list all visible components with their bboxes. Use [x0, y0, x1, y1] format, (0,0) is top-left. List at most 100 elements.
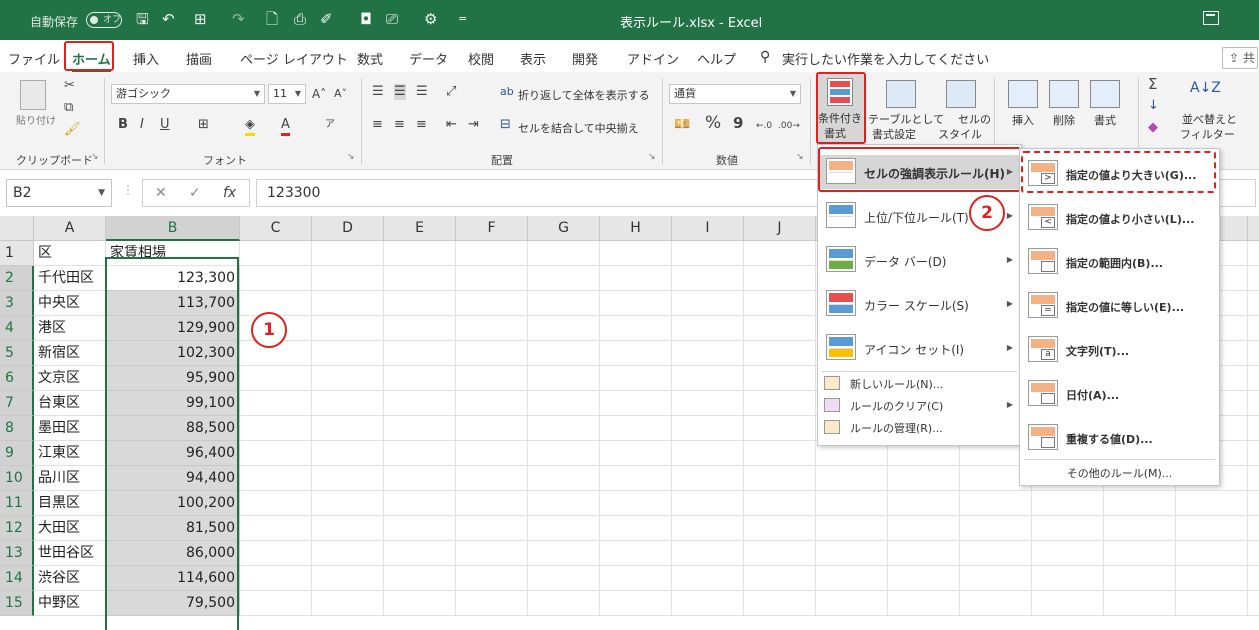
empty-cell[interactable]: [384, 416, 456, 441]
shrink-font-icon[interactable]: A˅: [334, 86, 347, 102]
paste-label[interactable]: 貼り付け: [16, 112, 56, 127]
empty-cell[interactable]: [456, 541, 528, 566]
font-size-select[interactable]: 11 ▼: [268, 84, 306, 104]
empty-cell[interactable]: [384, 541, 456, 566]
alignment-launcher-icon[interactable]: ↘: [648, 152, 656, 162]
empty-cell[interactable]: [888, 491, 960, 516]
delete-cells-label[interactable]: 削除: [1053, 112, 1075, 128]
row-header[interactable]: 10: [0, 466, 34, 491]
empty-cell[interactable]: [888, 516, 960, 541]
cell-a[interactable]: 世田谷区: [34, 541, 106, 566]
empty-cell[interactable]: [672, 541, 744, 566]
clipboard-launcher-icon[interactable]: ↘: [91, 152, 99, 162]
percent-button[interactable]: %: [705, 115, 721, 132]
tab-view[interactable]: 表示: [520, 49, 546, 68]
empty-cell[interactable]: [456, 341, 528, 366]
empty-cell[interactable]: [1248, 241, 1259, 266]
empty-cell[interactable]: [1176, 541, 1248, 566]
cell-b[interactable]: 81,500: [106, 516, 240, 541]
align-center-icon[interactable]: ≡: [394, 117, 405, 133]
number-format-select[interactable]: 通貨 ▼: [669, 84, 801, 104]
cell-a[interactable]: 品川区: [34, 466, 106, 491]
empty-cell[interactable]: [240, 566, 312, 591]
empty-cell[interactable]: [744, 591, 816, 616]
empty-cell[interactable]: [672, 266, 744, 291]
empty-cell[interactable]: [384, 566, 456, 591]
cell-b[interactable]: 88,500: [106, 416, 240, 441]
tell-me-input[interactable]: 実行したい作業を入力してください: [782, 49, 989, 68]
highlight-rule-item[interactable]: < 指定の値より小さい(L)...: [1020, 199, 1219, 237]
empty-cell[interactable]: [672, 566, 744, 591]
tab-addins[interactable]: アドイン: [627, 49, 679, 68]
empty-cell[interactable]: [240, 541, 312, 566]
empty-cell[interactable]: [528, 466, 600, 491]
empty-cell[interactable]: [312, 566, 384, 591]
empty-cell[interactable]: [816, 591, 888, 616]
empty-cell[interactable]: [312, 466, 384, 491]
empty-cell[interactable]: [312, 316, 384, 341]
empty-cell[interactable]: [240, 516, 312, 541]
empty-cell[interactable]: [1248, 316, 1259, 341]
empty-cell[interactable]: [312, 366, 384, 391]
empty-cell[interactable]: [1176, 566, 1248, 591]
empty-cell[interactable]: [528, 341, 600, 366]
empty-cell[interactable]: [312, 541, 384, 566]
font-color-icon[interactable]: A: [281, 117, 290, 136]
empty-cell[interactable]: [528, 541, 600, 566]
empty-cell[interactable]: [384, 291, 456, 316]
empty-cell[interactable]: [888, 591, 960, 616]
column-header-q[interactable]: Q: [1248, 216, 1259, 241]
tab-developer[interactable]: 開発: [572, 49, 598, 68]
select-all-corner[interactable]: [0, 216, 34, 241]
empty-cell[interactable]: [528, 291, 600, 316]
empty-cell[interactable]: [456, 366, 528, 391]
tab-page-layout[interactable]: ページ レイアウト: [240, 49, 348, 68]
empty-cell[interactable]: [384, 366, 456, 391]
empty-cell[interactable]: [1104, 566, 1176, 591]
decrease-indent-icon[interactable]: ⇤: [446, 117, 457, 133]
format-painter-qa-icon[interactable]: ✐: [320, 10, 333, 28]
highlight-rule-item[interactable]: = 指定の値に等しい(E)...: [1020, 287, 1219, 325]
row-header[interactable]: 6: [0, 366, 34, 391]
decrease-decimal-icon[interactable]: .00→: [778, 118, 800, 134]
empty-cell[interactable]: [600, 266, 672, 291]
camera-icon[interactable]: ◘: [360, 10, 372, 28]
empty-cell[interactable]: [1176, 591, 1248, 616]
empty-cell[interactable]: [384, 391, 456, 416]
column-header-i[interactable]: I: [672, 216, 744, 241]
cell-a[interactable]: 中野区: [34, 591, 106, 616]
empty-cell[interactable]: [1248, 391, 1259, 416]
empty-cell[interactable]: [672, 341, 744, 366]
cell-a[interactable]: 文京区: [34, 366, 106, 391]
empty-cell[interactable]: [600, 341, 672, 366]
empty-cell[interactable]: [672, 291, 744, 316]
cell-b[interactable]: 94,400: [106, 466, 240, 491]
column-header-g[interactable]: G: [528, 216, 600, 241]
empty-cell[interactable]: [600, 316, 672, 341]
cf-menu-item[interactable]: ルールのクリア(C) ▶: [818, 395, 1021, 415]
cell-b[interactable]: 129,900: [106, 316, 240, 341]
empty-cell[interactable]: [384, 516, 456, 541]
cell-b[interactable]: 123,300: [106, 266, 240, 291]
empty-cell[interactable]: [1032, 566, 1104, 591]
insert-cells-label[interactable]: 挿入: [1012, 112, 1034, 128]
row-header[interactable]: 9: [0, 441, 34, 466]
borders-icon[interactable]: ⊞: [194, 10, 207, 28]
cell-styles-label-2[interactable]: スタイル: [938, 126, 982, 142]
tab-help[interactable]: ヘルプ: [697, 49, 736, 68]
undo-icon[interactable]: ↶: [162, 10, 175, 28]
phonetic-icon[interactable]: ア: [325, 117, 335, 133]
empty-cell[interactable]: [240, 391, 312, 416]
empty-cell[interactable]: [600, 441, 672, 466]
tab-review[interactable]: 校閲: [468, 49, 494, 68]
empty-cell[interactable]: [888, 466, 960, 491]
column-header-e[interactable]: E: [384, 216, 456, 241]
formula-bar-splitter[interactable]: ⋮: [122, 183, 134, 197]
cf-menu-item[interactable]: アイコン セット(I) ▶: [818, 331, 1021, 372]
empty-cell[interactable]: [456, 291, 528, 316]
row-header[interactable]: 11: [0, 491, 34, 516]
empty-cell[interactable]: [1032, 516, 1104, 541]
print-icon[interactable]: ⎙: [294, 10, 306, 28]
merge-center-button[interactable]: セルを結合して中央揃え: [518, 120, 639, 136]
empty-cell[interactable]: [312, 591, 384, 616]
